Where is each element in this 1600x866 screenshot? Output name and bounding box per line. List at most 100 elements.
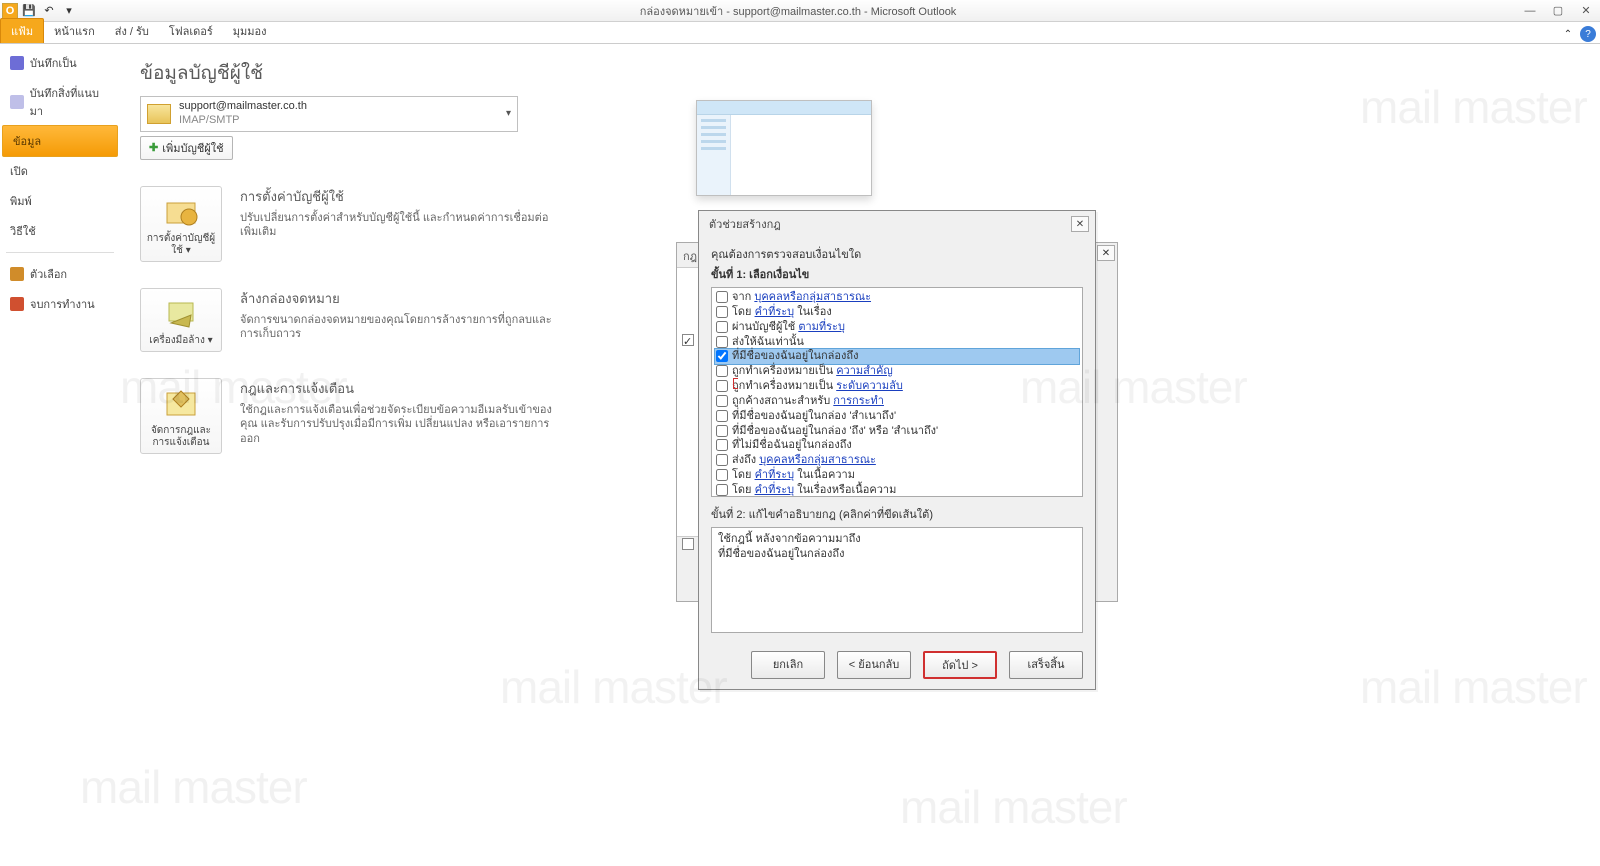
exit-icon xyxy=(10,297,24,311)
condition-item[interactable]: ที่มีชื่อของฉันอยู่ในกล่อง 'สำเนาถึง' xyxy=(715,409,1079,424)
account-settings-button[interactable]: การตั้งค่าบัญชีผู้ใช้ ▾ xyxy=(140,186,222,262)
condition-item[interactable]: จาก บุคคลหรือกลุ่มสาธารณะ xyxy=(715,290,1079,305)
condition-checkbox[interactable] xyxy=(716,291,728,303)
next-button[interactable]: ถัดไป > xyxy=(923,651,997,679)
condition-link[interactable]: บุคคลหรือกลุ่มสาธารณะ xyxy=(754,291,871,303)
condition-link[interactable]: บุคคลหรือกลุ่มสาธารณะ xyxy=(759,454,876,466)
condition-item[interactable]: ส่งให้ฉันเท่านั้น xyxy=(715,335,1079,350)
condition-link[interactable]: ความสำคัญ xyxy=(836,365,893,377)
behind-checkbox[interactable]: ✓ xyxy=(682,334,694,346)
cancel-button[interactable]: ยกเลิก xyxy=(751,651,825,679)
dialog-close-button[interactable]: ✕ xyxy=(1071,216,1089,232)
nav-info[interactable]: ข้อมูล xyxy=(2,125,118,157)
dialog-step1-label: ขั้นที่ 1: เลือกเงื่อนไข xyxy=(711,265,1083,283)
add-account-button[interactable]: ✚ เพิ่มบัญชีผู้ใช้ xyxy=(140,136,233,160)
condition-checkbox[interactable] xyxy=(716,439,728,451)
condition-checkbox[interactable] xyxy=(716,454,728,466)
nav-label: ตัวเลือก xyxy=(30,265,67,283)
condition-label: ที่มีชื่อของฉันอยู่ในกล่อง 'สำเนาถึง' xyxy=(732,409,896,424)
condition-checkbox[interactable] xyxy=(716,336,728,348)
dialog-heading: คุณต้องการตรวจสอบเงื่อนไขใด xyxy=(711,245,1083,263)
condition-item[interactable]: ส่งถึง บุคคลหรือกลุ่มสาธารณะ xyxy=(715,453,1079,468)
condition-item[interactable]: ที่มีชื่อของฉันอยู่ในกล่องถึง xyxy=(714,348,1080,365)
dialog-title: ตัวช่วยสร้างกฎ xyxy=(709,215,781,233)
behind-dialog-tab[interactable]: กฎ xyxy=(683,247,697,265)
minimize-button[interactable]: — xyxy=(1516,1,1544,21)
section-text: ล้างกล่องจดหมาย จัดการขนาดกล่องจดหมายของ… xyxy=(240,288,560,343)
quick-access-toolbar: O 💾 ↶ ▾ xyxy=(0,2,80,20)
tab-send-receive[interactable]: ส่ง / รับ xyxy=(105,19,159,43)
condition-item[interactable]: โดย คำที่ระบุ ในเรื่องหรือเนื้อความ xyxy=(715,483,1079,497)
tab-view[interactable]: มุมมอง xyxy=(223,19,277,43)
condition-checkbox[interactable] xyxy=(716,350,728,362)
undo-icon[interactable]: ↶ xyxy=(40,2,58,20)
nav-print[interactable]: พิมพ์ xyxy=(0,186,120,216)
back-button[interactable]: < ย้อนกลับ xyxy=(837,651,911,679)
save-icon[interactable]: 💾 xyxy=(20,2,38,20)
nav-label: ข้อมูล xyxy=(13,132,41,150)
backstage-content: ข้อมูลบัญชีผู้ใช้ support@mailmaster.co.… xyxy=(120,44,1600,866)
behind-checkbox[interactable] xyxy=(682,538,694,550)
account-dropdown[interactable]: support@mailmaster.co.th IMAP/SMTP ▾ xyxy=(140,96,518,132)
nav-save-as[interactable]: บันทึกเป็น xyxy=(0,48,120,78)
tab-folder[interactable]: โฟลเดอร์ xyxy=(159,19,223,43)
condition-link[interactable]: คำที่ระบุ xyxy=(755,306,795,318)
condition-label: โดย คำที่ระบุ ในเรื่อง xyxy=(732,305,832,320)
help-icons: ⌃ ? xyxy=(1560,26,1596,42)
condition-checkbox[interactable] xyxy=(716,425,728,437)
rule-description-box[interactable]: ใช้กฎนี้ หลังจากข้อความมาถึง ที่มีชื่อขอ… xyxy=(711,527,1083,633)
nav-exit[interactable]: จบการทำงาน xyxy=(0,289,120,319)
condition-checkbox[interactable] xyxy=(716,410,728,422)
cleanup-button[interactable]: เครื่องมือล้าง ▾ xyxy=(140,288,222,352)
condition-checkbox[interactable] xyxy=(716,365,728,377)
outlook-icon: O xyxy=(2,3,18,19)
condition-item[interactable]: ถูกทำเครื่องหมายเป็น ระดับความลับ xyxy=(715,379,1079,394)
cleanup-icon xyxy=(161,295,201,331)
condition-link[interactable]: ตามที่ระบุ xyxy=(798,321,845,333)
account-settings-icon xyxy=(161,193,201,229)
nav-label: พิมพ์ xyxy=(10,192,32,210)
condition-item[interactable]: ที่มีชื่อของฉันอยู่ในกล่อง 'ถึง' หรือ 'ส… xyxy=(715,424,1079,439)
nav-label: บันทึกสิ่งที่แนบมา xyxy=(30,84,110,120)
conditions-list[interactable]: จาก บุคคลหรือกลุ่มสาธารณะโดย คำที่ระบุ ใ… xyxy=(711,287,1083,497)
condition-checkbox[interactable] xyxy=(716,380,728,392)
nav-save-attachments[interactable]: บันทึกสิ่งที่แนบมา xyxy=(0,78,120,126)
condition-item[interactable]: ผ่านบัญชีผู้ใช้ ตามที่ระบุ xyxy=(715,320,1079,335)
nav-help[interactable]: วิธีใช้ xyxy=(0,216,120,246)
nav-options[interactable]: ตัวเลือก xyxy=(0,259,120,289)
backstage: บันทึกเป็น บันทึกสิ่งที่แนบมา ข้อมูล เปิ… xyxy=(0,44,1600,866)
condition-label: ที่มีชื่อของฉันอยู่ในกล่องถึง xyxy=(732,349,858,364)
folder-icon xyxy=(147,104,171,124)
condition-checkbox[interactable] xyxy=(716,306,728,318)
condition-link[interactable]: คำที่ระบุ xyxy=(755,469,795,481)
close-button[interactable]: ✕ xyxy=(1572,1,1600,21)
condition-item[interactable]: ที่ไม่มีชื่อฉันอยู่ในกล่องถึง xyxy=(715,438,1079,453)
condition-item[interactable]: โดย คำที่ระบุ ในเนื้อความ xyxy=(715,468,1079,483)
condition-link[interactable]: ระดับความลับ xyxy=(836,380,903,392)
condition-label: โดย คำที่ระบุ ในเนื้อความ xyxy=(732,468,855,483)
tab-file[interactable]: แฟ้ม xyxy=(0,18,44,43)
qat-dropdown-icon[interactable]: ▾ xyxy=(60,2,78,20)
condition-item[interactable]: โดย คำที่ระบุ ในเรื่อง xyxy=(715,305,1079,320)
add-account-label: เพิ่มบัญชีผู้ใช้ xyxy=(162,139,223,157)
maximize-button[interactable]: ▢ xyxy=(1544,1,1572,21)
dialog-step2-label: ขั้นที่ 2: แก้ไขคำอธิบายกฎ (คลิกค่าที่ขี… xyxy=(711,505,1083,523)
ribbon-collapse-icon[interactable]: ⌃ xyxy=(1560,26,1576,42)
nav-open[interactable]: เปิด xyxy=(0,156,120,186)
rules-button[interactable]: จัดการกฎและการแจ้งเตือน xyxy=(140,378,222,454)
condition-item[interactable]: ถูกค้างสถานะสำหรับ การกระทำ xyxy=(715,394,1079,409)
help-icon[interactable]: ? xyxy=(1580,26,1596,42)
condition-checkbox[interactable] xyxy=(716,395,728,407)
account-email: support@mailmaster.co.th xyxy=(179,100,498,114)
condition-link[interactable]: คำที่ระบุ xyxy=(755,484,795,496)
condition-checkbox[interactable] xyxy=(716,469,728,481)
tab-home[interactable]: หน้าแรก xyxy=(44,19,105,43)
condition-item[interactable]: ถูกทำเครื่องหมายเป็น ความสำคัญ xyxy=(715,364,1079,379)
condition-checkbox[interactable] xyxy=(716,321,728,333)
condition-checkbox[interactable] xyxy=(716,484,728,496)
behind-dialog-close[interactable]: ✕ xyxy=(1097,245,1115,261)
finish-button[interactable]: เสร็จสิ้น xyxy=(1009,651,1083,679)
condition-link[interactable]: การกระทำ xyxy=(833,395,884,407)
dialog-titlebar: ตัวช่วยสร้างกฎ ✕ xyxy=(699,211,1095,237)
section-text: กฎและการแจ้งเตือน ใช้กฎและการแจ้งเตือนเพ… xyxy=(240,378,560,448)
